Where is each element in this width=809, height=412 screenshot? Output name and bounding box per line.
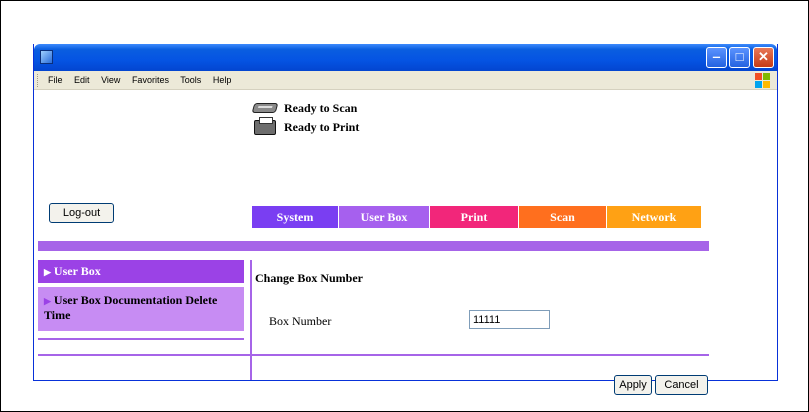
- scanner-icon: [251, 100, 279, 116]
- menu-favorites[interactable]: Favorites: [132, 75, 169, 85]
- menu-bar: File Edit View Favorites Tools Help: [34, 71, 777, 90]
- scan-status-text: Ready to Scan: [284, 100, 358, 115]
- browser-icon: [40, 50, 53, 64]
- tab-print[interactable]: Print: [430, 206, 518, 228]
- apply-button[interactable]: Apply: [614, 375, 652, 395]
- menu-view[interactable]: View: [101, 75, 120, 85]
- section-title: Change Box Number: [255, 271, 364, 285]
- tab-scan[interactable]: Scan: [519, 206, 606, 228]
- printer-icon: [252, 117, 278, 135]
- sidebar-item-user-box[interactable]: ▶ User Box: [38, 260, 244, 283]
- browser-window: ‒ □ ✕ File Edit View Favorites Tools Hel…: [33, 44, 778, 395]
- toolbar-grip: [37, 74, 39, 87]
- content-divider: [38, 354, 709, 356]
- scan-status: Ready to Scan: [251, 98, 358, 118]
- arrow-right-icon: ▶: [44, 267, 51, 277]
- page-content: Ready to Scan Ready to Print Log-out Sys…: [34, 90, 777, 395]
- menu-edit[interactable]: Edit: [74, 75, 90, 85]
- box-number-input[interactable]: [469, 310, 550, 329]
- arrow-right-icon: ▶: [44, 296, 51, 306]
- header-divider: [38, 241, 709, 251]
- tab-network[interactable]: Network: [607, 206, 701, 228]
- title-bar[interactable]: ‒ □ ✕: [34, 44, 777, 71]
- close-button[interactable]: ✕: [753, 47, 774, 68]
- menu-help[interactable]: Help: [213, 75, 232, 85]
- sidebar-item-label: User Box: [53, 264, 101, 278]
- cancel-button[interactable]: Cancel: [655, 375, 708, 395]
- tab-system[interactable]: System: [252, 206, 338, 228]
- sidebar-divider: [38, 338, 244, 340]
- box-number-label: Box Number: [269, 314, 332, 328]
- sidebar-vertical-divider: [250, 260, 252, 380]
- print-status: Ready to Print: [252, 117, 359, 137]
- tab-bar: System User Box Print Scan Network: [252, 206, 701, 228]
- tab-user-box[interactable]: User Box: [339, 206, 429, 228]
- sidebar-item-label: User Box Documentation Delete Time: [44, 293, 218, 322]
- logout-button[interactable]: Log-out: [49, 203, 114, 223]
- maximize-button[interactable]: □: [729, 47, 750, 68]
- windows-logo-icon: [755, 73, 771, 88]
- minimize-button[interactable]: ‒: [706, 47, 727, 68]
- print-status-text: Ready to Print: [284, 119, 360, 134]
- menu-file[interactable]: File: [48, 75, 63, 85]
- menu-tools[interactable]: Tools: [180, 75, 201, 85]
- sidebar-item-delete-time[interactable]: ▶ User Box Documentation Delete Time: [38, 287, 244, 331]
